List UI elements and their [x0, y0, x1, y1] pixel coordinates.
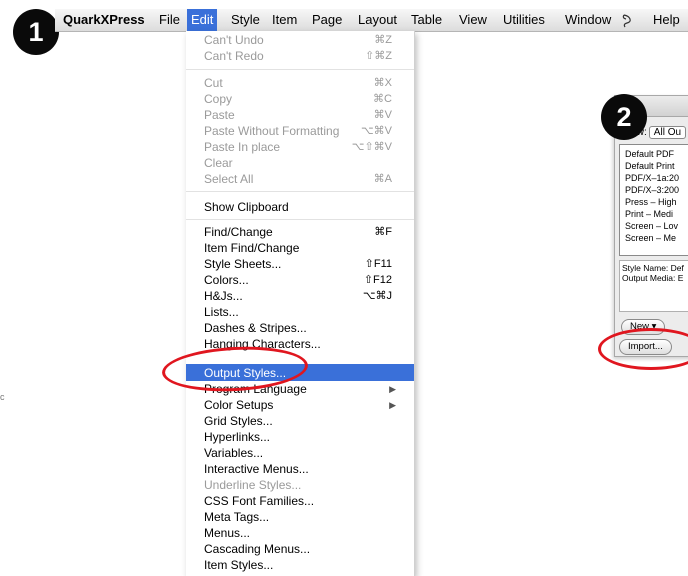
info-output-media: Output Media: E [622, 273, 684, 283]
menu-item-cant-redo: Can't Redo ⇧⌘Z [204, 49, 392, 63]
output-styles-list[interactable]: Default PDF Default Print PDF/X–1a:20 PD… [619, 144, 688, 256]
menu-item[interactable]: Item [272, 9, 297, 31]
menu-item-variables[interactable]: Variables... [204, 445, 404, 461]
menu-separator [186, 69, 414, 70]
menu-item-hyperlinks[interactable]: Hyperlinks... [204, 429, 404, 445]
menu-item-show-clipboard[interactable]: Show Clipboard [204, 199, 404, 215]
menu-item-find-change[interactable]: Find/Change ⌘F [204, 224, 404, 240]
list-item[interactable]: Press – High [625, 197, 677, 208]
menu-app-quarkxpress[interactable]: QuarkXPress [63, 9, 145, 31]
menu-table[interactable]: Table [411, 9, 442, 31]
info-style-name: Style Name: Def [622, 263, 684, 273]
style-info-panel: Style Name: Def Output Media: E [619, 260, 688, 312]
menu-item-grid-styles[interactable]: Grid Styles... [204, 413, 404, 429]
menu-help[interactable]: Help [653, 9, 680, 31]
menu-item-item-styles[interactable]: Item Styles... [204, 557, 404, 573]
menu-item-paste: Paste ⌘V [204, 108, 392, 122]
menu-item-paste-in-place: Paste In place ⌥⇧⌘V [204, 140, 392, 154]
menu-layout[interactable]: Layout [358, 9, 397, 31]
menu-item-menus[interactable]: Menus... [204, 525, 404, 541]
callout-ring [598, 328, 688, 370]
menu-separator [186, 219, 414, 220]
list-item[interactable]: Screen – Lov [625, 221, 678, 232]
menu-edit[interactable]: Edit [187, 9, 218, 31]
menu-item-colors[interactable]: Colors... ⇧F12 [204, 272, 404, 288]
list-item[interactable]: Default PDF [625, 149, 674, 160]
submenu-arrow-icon: ▶ [389, 400, 396, 410]
menu-utilities[interactable]: Utilities [503, 9, 545, 31]
menu-file[interactable]: File [159, 9, 180, 31]
menu-item-select-all: Select All ⌘A [204, 172, 392, 186]
menu-view[interactable]: View [459, 9, 487, 31]
menu-bar: QuarkXPress File Edit Style Item Page La… [55, 9, 688, 32]
menu-separator [186, 191, 414, 192]
menu-item-copy: Copy ⌘C [204, 92, 392, 106]
menu-item-dashes-stripes[interactable]: Dashes & Stripes... [204, 320, 404, 336]
menu-item-clear: Clear [204, 156, 233, 170]
menu-item-cut: Cut ⌘X [204, 76, 392, 90]
list-item[interactable]: PDF/X–3:200 [625, 185, 679, 196]
menu-item-underline-styles: Underline Styles... [204, 478, 302, 492]
menu-item-cant-undo: Can't Undo ⌘Z [204, 33, 392, 47]
menu-window[interactable]: Window [565, 9, 611, 31]
side-mark: c [0, 392, 5, 402]
menu-item-item-find-change[interactable]: Item Find/Change [204, 240, 404, 256]
step-2-badge: 2 [601, 94, 647, 140]
list-item[interactable]: Print – Medi [625, 209, 673, 220]
menu-item-cascading-menus[interactable]: Cascading Menus... [204, 541, 404, 557]
menu-item-paste-without-formatting: Paste Without Formatting ⌥⌘V [204, 124, 392, 138]
list-item[interactable]: PDF/X–1a:20 [625, 173, 679, 184]
show-popup[interactable]: All Ou [648, 126, 687, 139]
script-icon[interactable] [621, 9, 634, 31]
list-item[interactable]: Default Print [625, 161, 675, 172]
menu-page[interactable]: Page [312, 9, 342, 31]
edit-menu: Can't Undo ⌘Z Can't Redo ⇧⌘Z Cut ⌘X Copy ⌘C … [186, 31, 415, 576]
menu-item-interactive-menus[interactable]: Interactive Menus... [204, 461, 404, 477]
menu-style[interactable]: Style [231, 9, 260, 31]
menu-item-lists[interactable]: Lists... [204, 304, 404, 320]
menu-item-hjs[interactable]: H&Js... ⌥⌘J [204, 288, 404, 304]
menu-item-meta-tags[interactable]: Meta Tags... [204, 509, 404, 525]
list-item[interactable]: Screen – Me [625, 233, 676, 244]
menu-item-color-setups[interactable]: Color Setups ▶ [204, 397, 404, 413]
menu-item-css-font-families[interactable]: CSS Font Families... [204, 493, 404, 509]
step-1-badge: 1 [13, 9, 59, 55]
menu-item-style-sheets[interactable]: Style Sheets... ⇧F11 [204, 256, 404, 272]
submenu-arrow-icon: ▶ [389, 384, 396, 394]
